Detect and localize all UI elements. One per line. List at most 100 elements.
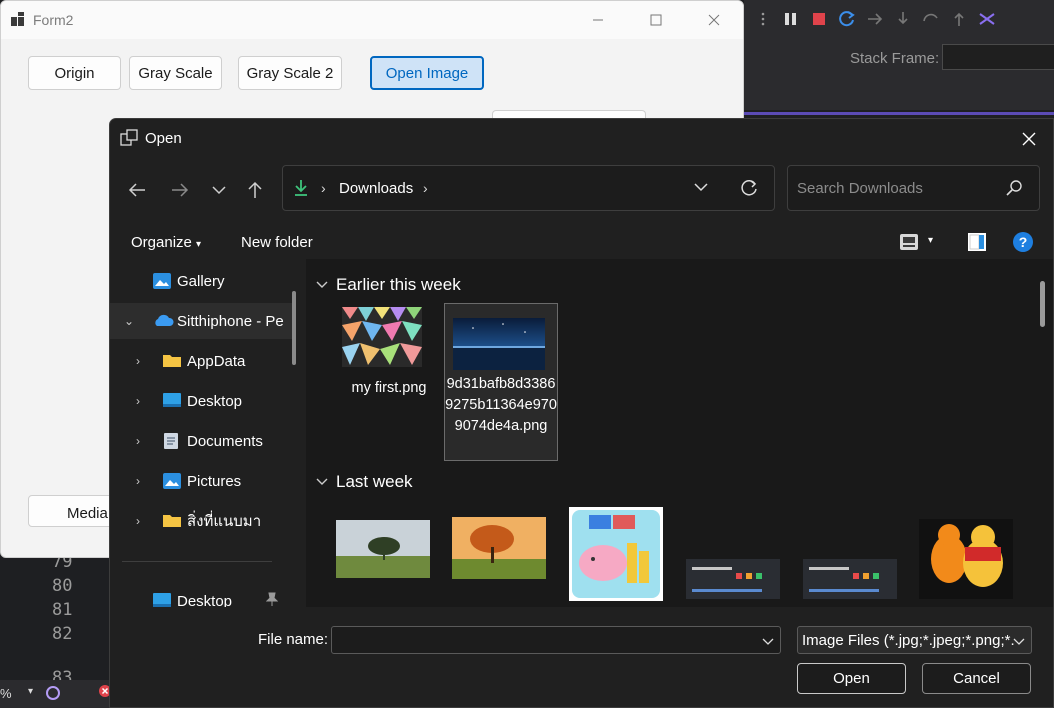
dark-card-thumbnail[interactable]: [803, 559, 897, 599]
dialog-title-bar[interactable]: Open: [110, 119, 1053, 157]
code-editor-gutter: 79 80 81 82 83: [0, 552, 110, 688]
sidebar-item-attachments[interactable]: › สิ่งที่แนบมา: [110, 503, 292, 539]
step-over-icon[interactable]: [922, 10, 940, 28]
restart-icon[interactable]: [838, 10, 856, 28]
close-button[interactable]: [691, 5, 737, 35]
pause-icon[interactable]: [782, 10, 800, 28]
stack-frame-dropdown[interactable]: [942, 44, 1054, 70]
navigation-pane: Gallery ⌄ Sitthiphone - Pe › AppData › D…: [110, 259, 292, 610]
sidebar-item-label: สิ่งที่แนบมา: [187, 513, 262, 530]
chevron-down-icon[interactable]: ▾: [196, 239, 201, 250]
search-icon[interactable]: [1006, 179, 1024, 202]
file-type-filter-value[interactable]: Image Files (*.jpg;*.jpeg;*.png;*.: [802, 632, 1015, 649]
autumn-tree-thumbnail[interactable]: [452, 517, 546, 579]
line-number: 82: [52, 624, 73, 644]
organize-label[interactable]: Organize: [131, 234, 192, 251]
search-placeholder[interactable]: Search Downloads: [797, 180, 923, 197]
pictures-icon: [162, 472, 182, 490]
chevron-right-icon[interactable]: ›: [136, 514, 140, 528]
dialog-footer: File name: Image Files (*.jpg;*.jpeg;*.p…: [110, 607, 1053, 707]
hot-reload-icon[interactable]: [978, 10, 996, 28]
maximize-button[interactable]: [633, 5, 679, 35]
sidebar-item-desktop[interactable]: › Desktop: [110, 383, 292, 419]
piggy-bank-thumbnail[interactable]: [569, 507, 663, 601]
view-mode-icon[interactable]: [898, 231, 920, 258]
open-button[interactable]: Open: [797, 663, 906, 694]
downloads-icon: [293, 179, 309, 202]
chevron-right-icon[interactable]: ›: [136, 474, 140, 488]
file-list: Earlier this week my first.png 9d31bafb8…: [306, 259, 1053, 607]
file-name-input[interactable]: [331, 626, 781, 654]
up-button[interactable]: [240, 175, 270, 205]
cancel-button[interactable]: Cancel: [922, 663, 1031, 694]
group-header-last-week[interactable]: Last week: [316, 472, 413, 492]
gray-scale-2-button[interactable]: Gray Scale 2: [238, 56, 342, 90]
file-list-scrollbar[interactable]: [1040, 281, 1045, 327]
chevron-down-icon[interactable]: [316, 478, 328, 486]
chevron-down-icon[interactable]: [316, 281, 328, 289]
sidebar-scrollbar[interactable]: [292, 291, 296, 365]
breadcrumb-downloads[interactable]: Downloads: [339, 180, 413, 197]
form-app-icon: [11, 12, 27, 31]
dialog-close-button[interactable]: [1006, 123, 1052, 155]
sidebar-item-label: Documents: [187, 432, 263, 450]
group-header-earlier-this-week[interactable]: Earlier this week: [316, 275, 461, 295]
breadcrumb-separator-icon[interactable]: ›: [321, 180, 326, 196]
search-box[interactable]: Search Downloads: [787, 165, 1040, 211]
recent-locations-button[interactable]: [204, 175, 234, 205]
file-name: 9d31bafb8d33869275b11364e9709074de4a.png: [445, 376, 557, 434]
step-into-icon[interactable]: [894, 10, 912, 28]
organize-menu[interactable]: Organize ▾: [131, 234, 201, 251]
stop-icon[interactable]: [810, 10, 828, 28]
file-tile[interactable]: my first.png: [332, 305, 446, 425]
copilot-icon[interactable]: [44, 684, 62, 705]
night-lake-thumbnail: [453, 318, 545, 370]
form2-title: Form2: [33, 12, 74, 28]
preview-pane-icon[interactable]: [966, 231, 988, 258]
sidebar-item-label: Gallery: [177, 272, 225, 290]
minimize-button[interactable]: [575, 5, 621, 35]
refresh-icon[interactable]: [739, 178, 759, 203]
chevron-right-icon[interactable]: ›: [136, 354, 140, 368]
address-bar[interactable]: › Downloads ›: [282, 165, 775, 211]
open-image-button[interactable]: Open Image: [370, 56, 484, 90]
origin-button[interactable]: Origin: [28, 56, 121, 90]
media-button[interactable]: Media: [28, 495, 118, 527]
gray-scale-button[interactable]: Gray Scale: [129, 56, 222, 90]
ide-accent-bar: [744, 112, 1054, 115]
line-number: 80: [52, 576, 73, 596]
file-name: my first.png: [351, 380, 427, 396]
form2-title-bar[interactable]: Form2: [1, 1, 743, 39]
view-options-chevron-icon[interactable]: ▾: [928, 235, 933, 246]
cartoon-bears-thumbnail[interactable]: [919, 519, 1013, 599]
address-history-dropdown-icon[interactable]: [693, 179, 709, 200]
sidebar-item-pictures[interactable]: › Pictures: [110, 463, 292, 499]
new-folder-button[interactable]: New folder: [241, 234, 313, 251]
tree-landscape-thumbnail[interactable]: [336, 520, 430, 578]
line-number: 81: [52, 600, 73, 620]
help-icon[interactable]: ?: [1012, 231, 1034, 258]
chevron-down-icon[interactable]: ⌄: [124, 314, 134, 328]
zoom-dropdown-icon[interactable]: ▾: [28, 686, 33, 697]
sidebar-item-documents[interactable]: › Documents: [110, 423, 292, 459]
open-file-dialog: Open › Downloads › Search Downloads Orga…: [109, 118, 1054, 708]
file-tile[interactable]: 9d31bafb8d33869275b11364e9709074de4a.png: [444, 303, 558, 461]
chevron-down-icon[interactable]: [1013, 634, 1025, 651]
back-button[interactable]: [122, 175, 152, 205]
sidebar-item-appdata[interactable]: › AppData: [110, 343, 292, 379]
show-next-statement-icon[interactable]: [866, 10, 884, 28]
breadcrumb-separator-icon[interactable]: ›: [423, 180, 428, 196]
chevron-right-icon[interactable]: ›: [136, 434, 140, 448]
sidebar-item-gallery[interactable]: Gallery: [110, 263, 292, 299]
chevron-down-icon[interactable]: [762, 634, 774, 652]
step-out-icon[interactable]: [950, 10, 968, 28]
stack-frame-label: Stack Frame:: [850, 49, 940, 67]
chevron-right-icon[interactable]: ›: [136, 394, 140, 408]
zoom-level[interactable]: %: [0, 686, 12, 701]
sidebar-item-onedrive[interactable]: ⌄ Sitthiphone - Pe: [110, 303, 292, 339]
sidebar-item-label: Pictures: [187, 472, 242, 490]
file-type-filter[interactable]: Image Files (*.jpg;*.jpeg;*.png;*.: [797, 626, 1032, 654]
dark-card-thumbnail[interactable]: [686, 559, 780, 599]
colorful-geometric-thumbnail: [342, 307, 422, 367]
forward-button[interactable]: [165, 175, 195, 205]
